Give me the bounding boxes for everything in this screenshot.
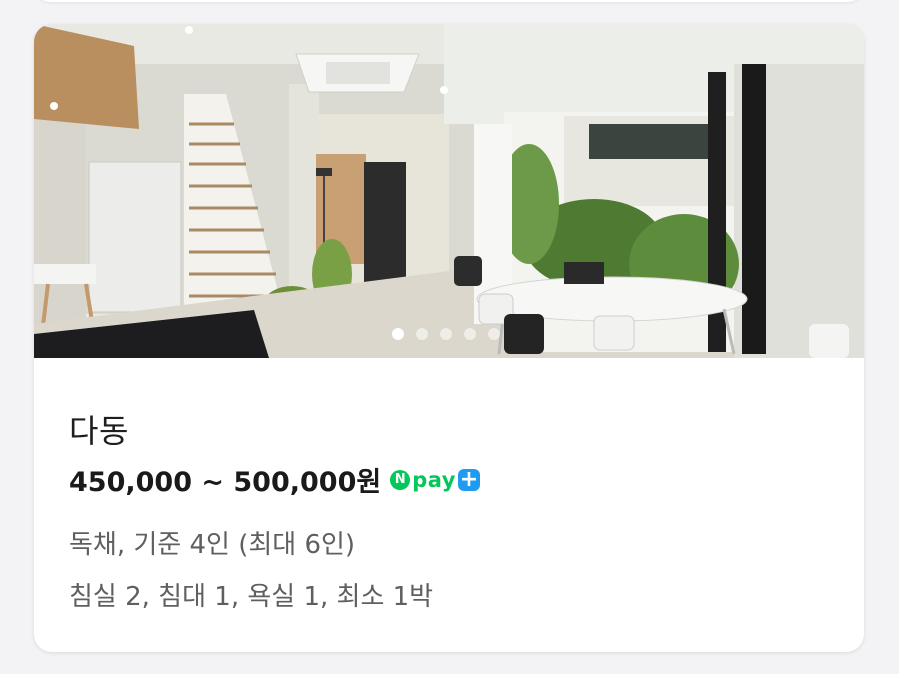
carousel-indicator: [392, 328, 500, 340]
carousel-dot[interactable]: [440, 328, 452, 340]
room-listing-card[interactable]: 다동 450,000 ~ 500,000원 N pay + 독채, 기준 4인 …: [34, 24, 864, 652]
room-name: 다동: [69, 412, 129, 450]
occupancy-info: 독채, 기준 4인 (최대 6인): [69, 530, 356, 560]
price-range: 450,000 ~ 500,000원: [69, 467, 382, 498]
npay-label: pay: [412, 467, 456, 492]
plus-icon: +: [457, 466, 480, 492]
carousel-dot[interactable]: [416, 328, 428, 340]
npay-plus-badge: N pay +: [387, 466, 484, 493]
room-photo-carousel[interactable]: [34, 24, 864, 358]
room-interior-photo: [34, 24, 864, 358]
price-row: 450,000 ~ 500,000원 N pay +: [69, 460, 484, 499]
carousel-dot[interactable]: [488, 328, 500, 340]
npay-n-icon: N: [390, 469, 411, 490]
carousel-dot[interactable]: [464, 328, 476, 340]
carousel-dot-active[interactable]: [392, 328, 404, 340]
room-spec-info: 침실 2, 침대 1, 욕실 1, 최소 1박: [69, 582, 434, 612]
previous-card-edge: [34, 0, 864, 2]
